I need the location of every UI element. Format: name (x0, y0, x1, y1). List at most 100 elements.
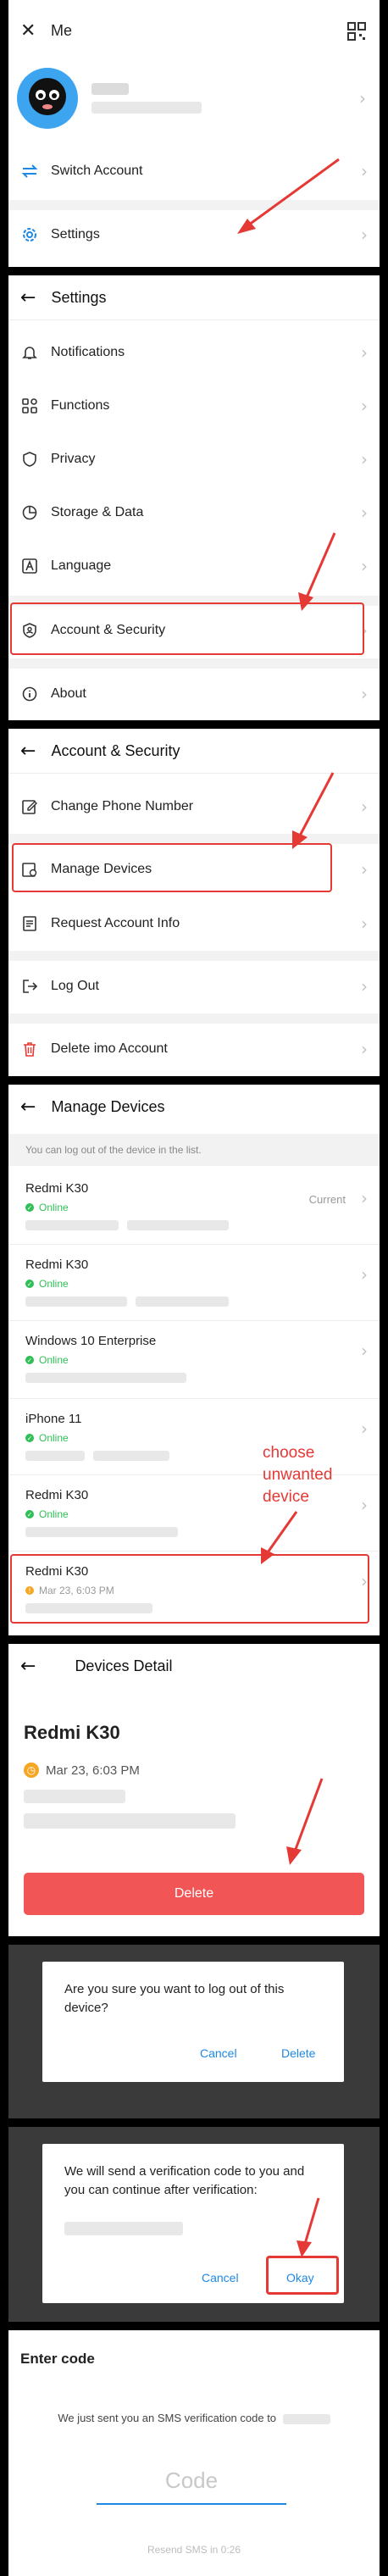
avatar[interactable] (17, 68, 78, 129)
chevron-right-icon: › (361, 449, 368, 469)
bell-icon (20, 343, 39, 362)
manage-devices-screen: ← Manage Devices You can log out of the … (0, 1085, 388, 1635)
chevron-right-icon: › (361, 1341, 368, 1361)
log-out-item[interactable]: Log Out › (8, 963, 380, 1010)
page-title: Manage Devices (51, 1097, 165, 1115)
device-status: ✓ Online (25, 1508, 69, 1520)
settings-item-label: Language (51, 558, 112, 573)
settings-item-notifications[interactable]: Notifications › (8, 329, 380, 376)
device-status: ✓ Online (25, 1354, 69, 1366)
confirm-overlay: Are you sure you want to log out of this… (0, 1945, 388, 2118)
check-icon: ✓ (25, 1280, 34, 1288)
annotation-arrow (297, 2197, 320, 2257)
page-title: Enter code (20, 2351, 95, 2367)
notice-banner: You can log out of the device in the lis… (8, 1134, 380, 1166)
account-security-screen: ← Account & Security Change Phone Number… (0, 729, 388, 1076)
dialog-message: Are you sure you want to log out of this… (64, 1982, 285, 2015)
device-name: iPhone 11 (25, 1412, 82, 1426)
pie-chart-icon (20, 503, 39, 522)
item-label: Request Account Info (51, 916, 180, 930)
blurred-phone-number (282, 2413, 330, 2424)
settings-item-label: Notifications (51, 345, 125, 359)
device-row[interactable]: Redmi K30 ✓ Online Current › (8, 1169, 380, 1244)
device-name: Redmi K30 (25, 1181, 89, 1196)
me-screen: ✕ Me › Switch Account › Settings › (0, 0, 388, 267)
blurred-info (25, 1451, 85, 1461)
device-name: Windows 10 Enterprise (25, 1334, 157, 1348)
device-row[interactable]: Redmi K30 ✓ Online › (8, 1246, 380, 1320)
chevron-right-icon: › (361, 1264, 368, 1285)
device-status: ✓ Online (25, 1432, 69, 1444)
edit-icon (20, 797, 39, 816)
chevron-right-icon: › (361, 342, 368, 363)
chevron-right-icon: › (359, 88, 366, 108)
settings-item-label: Privacy (51, 452, 96, 466)
device-last-seen: ◷ Mar 23, 6:03 PM (24, 1763, 140, 1778)
cancel-button[interactable]: Cancel (200, 2046, 237, 2060)
clock-icon: ◷ (24, 1763, 39, 1778)
resend-timer: Resend SMS in 0:26 (147, 2544, 241, 2556)
chevron-right-icon: › (361, 1418, 368, 1439)
blurred-info (25, 1527, 178, 1537)
blurred-info (127, 1220, 229, 1230)
page-title: Settings (51, 288, 107, 306)
grid-icon (20, 397, 39, 415)
check-icon: ✓ (25, 1434, 34, 1442)
page-title: Devices Detail (75, 1657, 173, 1674)
chevron-right-icon: › (361, 161, 368, 181)
page-title: Account & Security (51, 741, 180, 759)
language-icon (20, 557, 39, 575)
request-account-info-item[interactable]: Request Account Info › (8, 900, 380, 947)
blurred-info (24, 1790, 125, 1803)
cancel-button[interactable]: Cancel (202, 2271, 239, 2285)
blurred-info (93, 1451, 169, 1461)
blurred-info (25, 1296, 127, 1307)
chevron-right-icon: › (361, 976, 368, 997)
back-arrow-icon[interactable]: ← (20, 287, 36, 308)
annotation-arrow (286, 1778, 324, 1865)
verify-overlay: We will send a verification code to you … (0, 2127, 388, 2322)
annotation-arrow (298, 532, 336, 611)
chevron-right-icon: › (361, 556, 368, 576)
settings-item-functions[interactable]: Functions › (8, 382, 380, 430)
code-input[interactable]: Code (97, 2468, 286, 2505)
blurred-info (136, 1296, 229, 1307)
annotation-arrow (292, 772, 335, 849)
delete-button[interactable]: Delete (24, 1873, 364, 1915)
back-arrow-icon[interactable]: ← (20, 1656, 36, 1677)
annotation-highlight (10, 1554, 369, 1624)
item-label: Log Out (51, 979, 99, 993)
check-icon: ✓ (25, 1203, 34, 1212)
back-arrow-icon[interactable]: ← (20, 1096, 36, 1118)
sms-message: We just sent you an SMS verification cod… (0, 2412, 388, 2424)
close-icon[interactable]: ✕ (20, 20, 36, 42)
delete-account-item[interactable]: Delete imo Account › (8, 1025, 380, 1073)
check-icon: ✓ (25, 1356, 34, 1364)
qr-code-icon[interactable] (347, 22, 366, 41)
device-name: Redmi K30 (25, 1257, 89, 1272)
settings-item-privacy[interactable]: Privacy › (8, 436, 380, 483)
blurred-info (25, 1220, 119, 1230)
annotation-text: choose unwanted device (263, 1444, 333, 1506)
back-arrow-icon[interactable]: ← (20, 741, 36, 762)
settings-label: Settings (51, 227, 100, 242)
blurred-info (24, 1813, 236, 1829)
settings-item-label: Storage & Data (51, 505, 144, 519)
device-row[interactable]: Windows 10 Enterprise ✓ Online › (8, 1322, 380, 1398)
device-status: ✓ Online (25, 1278, 69, 1290)
item-label: Delete imo Account (51, 1041, 168, 1056)
shield-icon (20, 450, 39, 469)
settings-item-label: Functions (51, 398, 110, 413)
current-badge: Current (308, 1193, 346, 1206)
user-id-blurred (91, 102, 202, 114)
verify-dialog: We will send a verification code to you … (42, 2144, 344, 2303)
chevron-right-icon: › (361, 502, 368, 523)
settings-item-about[interactable]: About › (8, 670, 380, 718)
item-label: Change Phone Number (51, 799, 194, 813)
confirm-delete-button[interactable]: Delete (281, 2046, 315, 2060)
trash-icon (20, 1040, 39, 1058)
gear-icon (20, 225, 39, 244)
page-title: Me (51, 22, 73, 39)
chevron-right-icon: › (361, 684, 368, 704)
chevron-right-icon: › (361, 1188, 368, 1208)
